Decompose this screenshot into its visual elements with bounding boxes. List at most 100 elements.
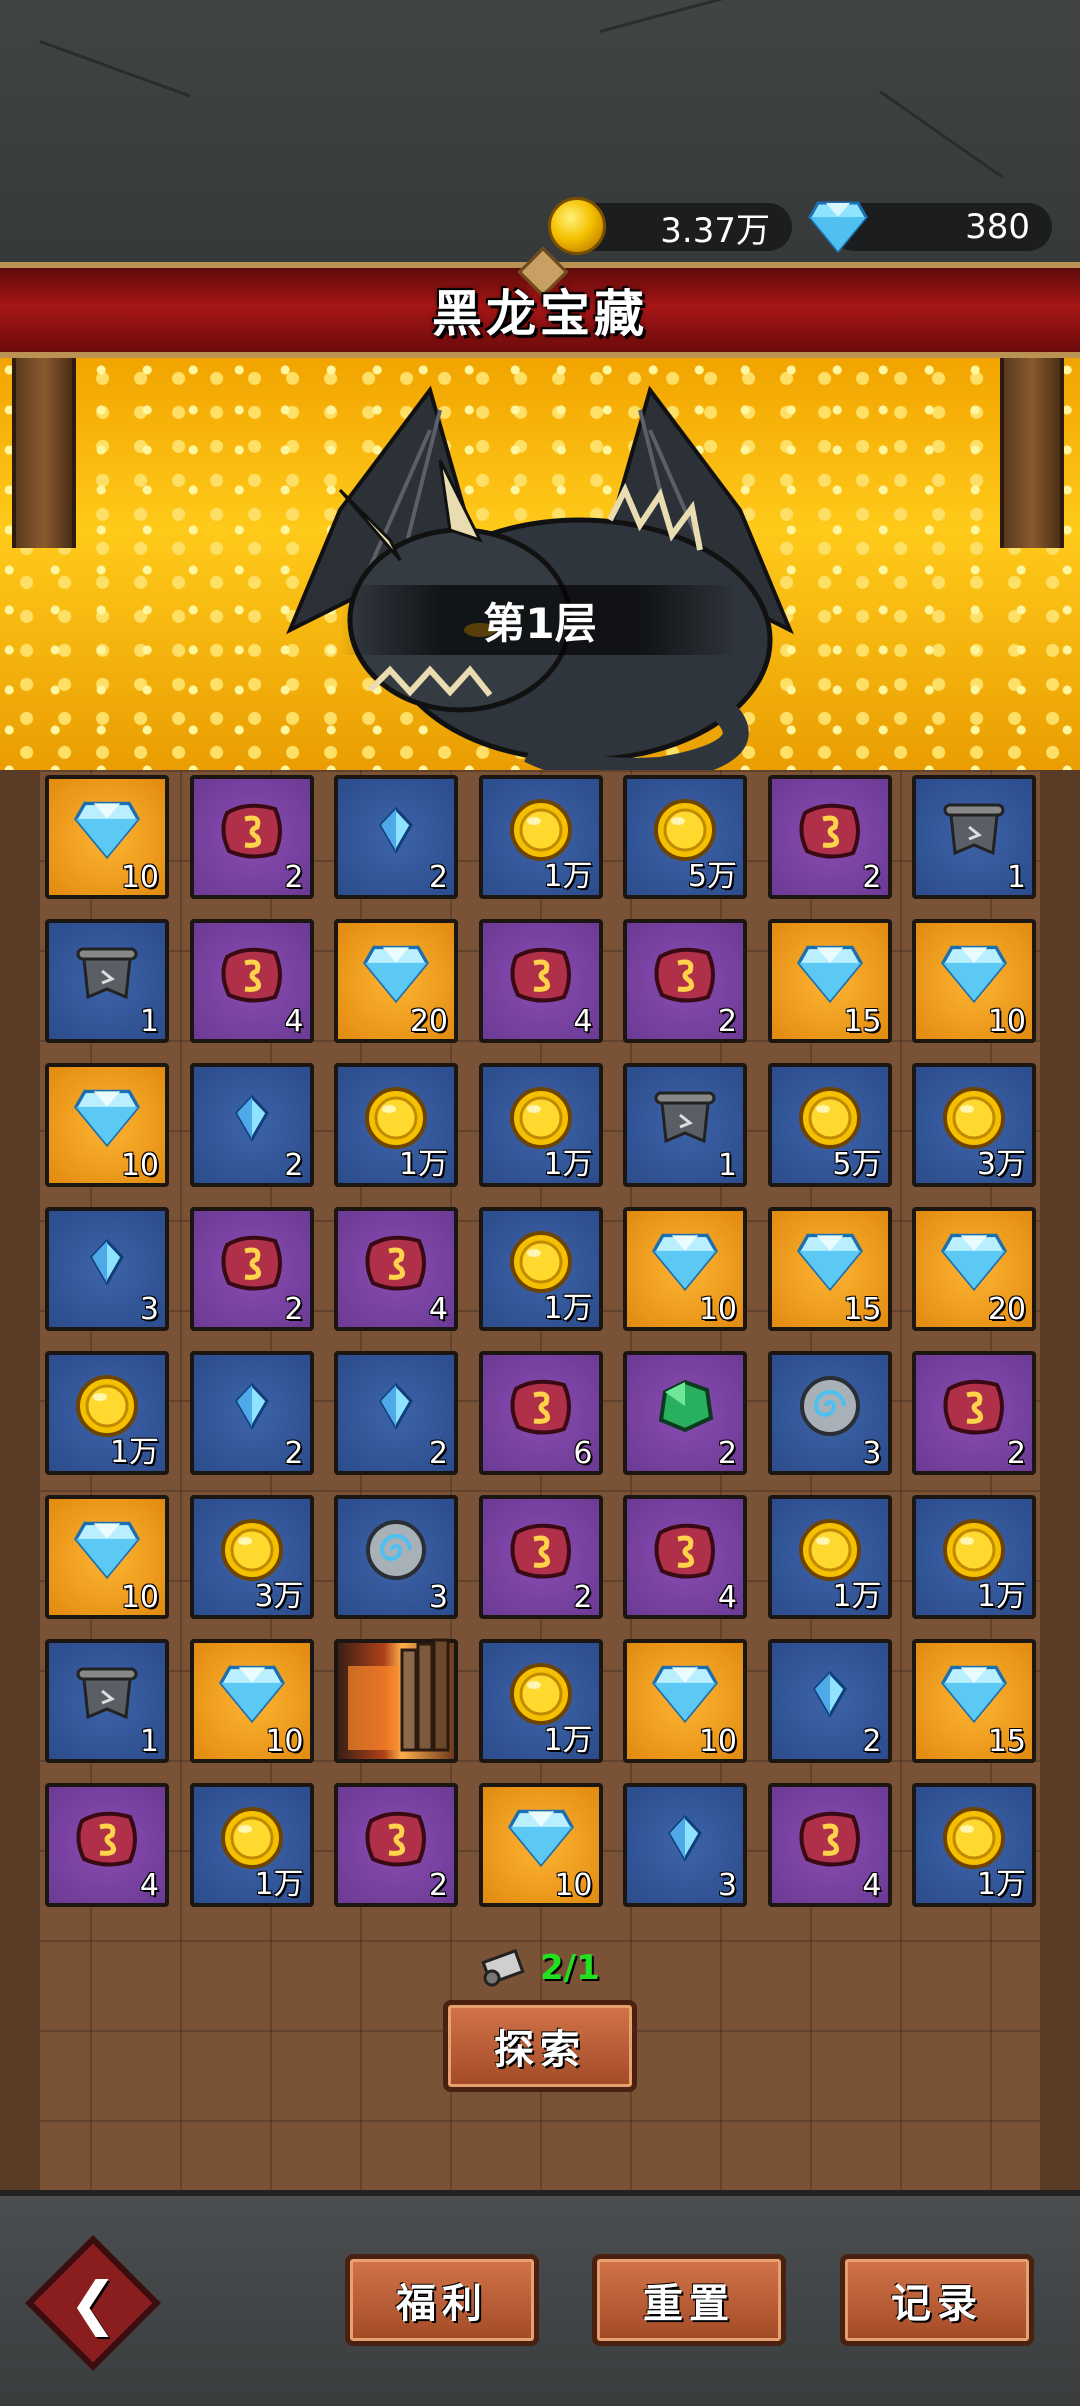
grid-cell[interactable]: 20 <box>334 919 458 1043</box>
item-quantity: 2 <box>284 1436 304 1471</box>
item-quantity: 2 <box>717 1436 737 1471</box>
item-quantity: 20 <box>987 1292 1026 1327</box>
grid-cell[interactable]: 15 <box>767 919 892 1043</box>
grid-cell[interactable]: 2 <box>189 775 314 899</box>
grid-cell[interactable]: 10 <box>478 1783 603 1907</box>
diamond-icon <box>795 943 865 1009</box>
item-quantity: 1 <box>1006 860 1026 895</box>
grid-cell[interactable]: 1万 <box>478 1639 603 1763</box>
item-quantity: 10 <box>698 1292 737 1327</box>
item-quantity: 3 <box>862 1436 882 1471</box>
record-button[interactable]: 记录 <box>840 2254 1034 2346</box>
grid-cell[interactable]: 2 <box>189 1351 314 1475</box>
grid-cell[interactable]: 3 <box>623 1783 747 1907</box>
diamond-icon <box>506 1807 576 1873</box>
grid-cell[interactable]: 4 <box>45 1783 169 1907</box>
grid-cell[interactable]: 3万 <box>189 1495 314 1619</box>
grid-cell[interactable]: 10 <box>45 1495 169 1619</box>
grid-cell[interactable]: 1万 <box>189 1783 314 1907</box>
grid-cell[interactable]: 3 <box>767 1351 892 1475</box>
grid-cell[interactable]: 2 <box>767 775 892 899</box>
grid-cell[interactable]: 1万 <box>478 1063 603 1187</box>
item-quantity: 5万 <box>687 859 737 894</box>
grid-cell[interactable]: 2 <box>189 1207 314 1331</box>
item-quantity: 2 <box>573 1580 593 1615</box>
item-quantity: 4 <box>862 1868 882 1903</box>
grid-cell[interactable]: 3 <box>45 1207 169 1331</box>
item-quantity: 10 <box>120 860 159 895</box>
reset-button[interactable]: 重置 <box>592 2254 786 2346</box>
item-quantity: 4 <box>428 1292 448 1327</box>
welfare-button[interactable]: 福利 <box>345 2254 539 2346</box>
crystal-icon <box>234 1095 269 1145</box>
item-quantity: 2 <box>717 1004 737 1039</box>
grid-cell[interactable]: 4 <box>478 919 603 1043</box>
grid-cell[interactable]: 6 <box>478 1351 603 1475</box>
item-quantity: 15 <box>843 1292 882 1327</box>
gold-amount: 3.37万 <box>660 210 770 251</box>
item-quantity: 2 <box>1006 1436 1026 1471</box>
grid-cell[interactable]: 10 <box>189 1639 314 1763</box>
diamond-icon <box>795 1231 865 1297</box>
diamond-icon <box>650 1231 720 1297</box>
gem-amount: 380 <box>965 207 1030 247</box>
grid-cell[interactable]: 1 <box>912 775 1036 899</box>
grid-cell[interactable]: 10 <box>623 1207 747 1331</box>
back-arrow-icon[interactable]: ❮ <box>45 2255 141 2351</box>
grid-cell[interactable]: 4 <box>767 1783 892 1907</box>
grid-cell[interactable]: 1 <box>623 1063 747 1187</box>
grid-cell[interactable]: 1万 <box>478 775 603 899</box>
grid-cell[interactable]: 10 <box>623 1639 747 1763</box>
grid-cell[interactable]: 2 <box>767 1639 892 1763</box>
grid-cell[interactable]: 5万 <box>623 775 747 899</box>
grid-cell[interactable]: 10 <box>45 775 169 899</box>
grid-cell[interactable]: 2 <box>334 1783 458 1907</box>
rune-stone-icon <box>217 799 287 865</box>
item-quantity: 15 <box>843 1004 882 1039</box>
grid-cell[interactable]: 10 <box>45 1063 169 1187</box>
crystal-icon <box>812 1671 847 1721</box>
item-quantity: 10 <box>987 1004 1026 1039</box>
grid-cell[interactable]: 1万 <box>912 1495 1036 1619</box>
grid-cell[interactable]: 4 <box>623 1495 747 1619</box>
grid-cell[interactable]: 2 <box>478 1495 603 1619</box>
grid-cell[interactable] <box>334 1636 458 1763</box>
grid-cell[interactable]: 1万 <box>45 1351 169 1475</box>
dungeon-door-icon <box>338 1636 454 1756</box>
grid-cell[interactable]: 1万 <box>334 1063 458 1187</box>
grid-cell[interactable]: 15 <box>912 1639 1036 1763</box>
grid-cell[interactable]: 1万 <box>912 1783 1036 1907</box>
rune-stone-icon <box>361 1807 431 1873</box>
grid-cell[interactable]: 1 <box>45 1639 169 1763</box>
item-quantity: 5万 <box>832 1147 882 1182</box>
item-quantity: 1万 <box>543 1723 593 1758</box>
grid-cell[interactable]: 4 <box>189 919 314 1043</box>
grid-cell[interactable]: 2 <box>334 775 458 899</box>
grid-cell[interactable]: 3万 <box>912 1063 1036 1187</box>
left-pillar <box>12 358 76 548</box>
grid-cell[interactable]: 1 <box>45 919 169 1043</box>
grid-cell[interactable]: 2 <box>623 919 747 1043</box>
grid-cell[interactable]: 4 <box>334 1207 458 1331</box>
item-quantity: 4 <box>573 1004 593 1039</box>
grid-cell[interactable]: 20 <box>912 1207 1036 1331</box>
grid-cell[interactable]: 2 <box>623 1351 747 1475</box>
grid-cell[interactable]: 5万 <box>767 1063 892 1187</box>
grid-cell[interactable]: 3 <box>334 1495 458 1619</box>
grid-cell[interactable]: 2 <box>912 1351 1036 1475</box>
grid-cell[interactable]: 1万 <box>767 1495 892 1619</box>
item-quantity: 20 <box>409 1004 448 1039</box>
grid-cell[interactable]: 15 <box>767 1207 892 1331</box>
grid-cell[interactable]: 10 <box>912 919 1036 1043</box>
diamond-icon <box>72 1519 142 1585</box>
explore-counter: 2/1 <box>480 1948 600 1988</box>
diamond-icon <box>361 943 431 1009</box>
gold-coin-icon <box>548 197 606 255</box>
grid-cell[interactable]: 1万 <box>478 1207 603 1331</box>
rune-stone-icon <box>795 1807 865 1873</box>
diamond-icon <box>808 201 868 254</box>
grid-cell[interactable]: 2 <box>189 1063 314 1187</box>
grid-cell[interactable]: 2 <box>334 1351 458 1475</box>
explore-button[interactable]: 探索 <box>443 2000 637 2092</box>
item-quantity: 10 <box>698 1724 737 1759</box>
